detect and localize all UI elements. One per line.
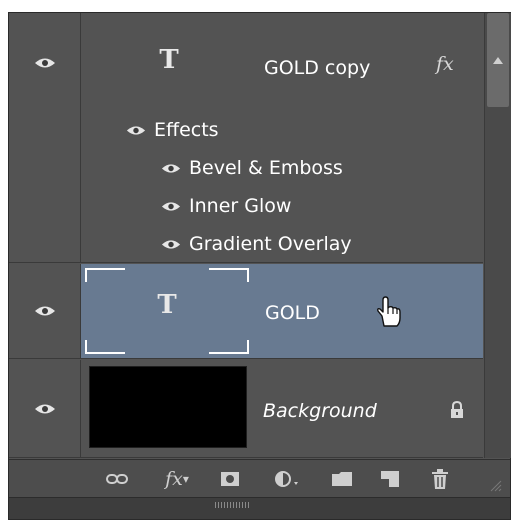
resize-grip-icon[interactable] xyxy=(487,478,503,492)
effect-label: Inner Glow xyxy=(189,195,292,217)
lock-icon[interactable] xyxy=(449,400,465,424)
effect-item[interactable]: Gradient Overlay xyxy=(161,233,352,255)
new-group-folder-icon[interactable] xyxy=(329,468,355,490)
panel-resize-bar[interactable] xyxy=(9,497,510,519)
effect-item[interactable]: Inner Glow xyxy=(161,195,291,217)
effect-label: Bevel & Emboss xyxy=(189,157,343,179)
add-layer-style-fx-icon[interactable]: fx ▾ xyxy=(159,468,195,490)
fx-icon[interactable]: fx xyxy=(436,53,454,75)
visibility-eye-icon[interactable] xyxy=(9,360,81,457)
new-layer-icon[interactable] xyxy=(377,468,403,490)
effects-label: Effects xyxy=(154,119,219,141)
visibility-eye-icon[interactable] xyxy=(9,43,81,83)
layer-row-gold[interactable]: T GOLD xyxy=(9,264,483,359)
add-mask-icon[interactable] xyxy=(217,468,243,490)
layers-scrollbar[interactable] xyxy=(484,13,511,458)
new-adjustment-layer-icon[interactable] xyxy=(271,468,305,490)
effect-eye-icon[interactable] xyxy=(161,200,181,213)
effects-eye-icon[interactable] xyxy=(126,124,146,137)
effect-item[interactable]: Bevel & Emboss xyxy=(161,157,343,179)
text-layer-thumbnail-icon: T xyxy=(157,290,177,320)
scroll-up-arrow-icon[interactable] xyxy=(493,56,503,64)
resize-handle-grip[interactable] xyxy=(215,502,251,508)
effect-label: Gradient Overlay xyxy=(189,233,352,255)
effect-eye-icon[interactable] xyxy=(161,162,181,175)
layer-name[interactable]: GOLD copy xyxy=(264,57,370,79)
background-thumbnail xyxy=(89,366,247,448)
delete-layer-trash-icon[interactable] xyxy=(427,468,453,490)
layer-row-gold-copy[interactable]: T GOLD copy fx Effects Bevel & Emboss In… xyxy=(9,13,483,263)
layer-name[interactable]: Background xyxy=(263,400,377,422)
text-layer-thumbnail-icon: T xyxy=(159,45,179,75)
layers-panel: T GOLD copy fx Effects Bevel & Emboss In… xyxy=(8,12,511,520)
link-layers-icon[interactable] xyxy=(103,468,131,490)
hand-cursor-icon xyxy=(375,296,403,332)
effects-header[interactable]: Effects xyxy=(126,119,219,141)
visibility-eye-icon[interactable] xyxy=(9,264,81,358)
layer-name[interactable]: GOLD xyxy=(265,302,320,324)
layers-toolbar: fx ▾ xyxy=(9,459,510,497)
scrollbar-thumb[interactable] xyxy=(487,13,509,107)
effect-eye-icon[interactable] xyxy=(161,238,181,251)
layer-row-background[interactable]: Background xyxy=(9,360,483,458)
